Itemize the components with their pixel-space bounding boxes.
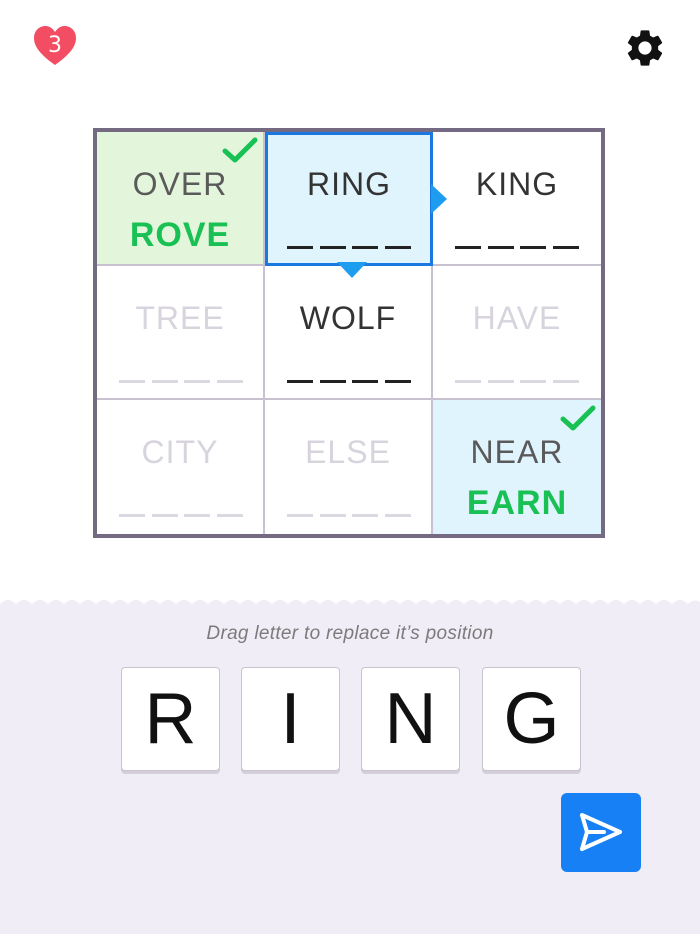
- cell-word: CITY: [141, 434, 219, 470]
- letter-blanks: [287, 380, 411, 384]
- cell-answer: EARN: [466, 484, 568, 522]
- letter-tile[interactable]: I: [241, 667, 340, 771]
- gear-icon: [627, 30, 663, 66]
- letter-blanks: [455, 380, 579, 384]
- submit-button[interactable]: [561, 793, 641, 872]
- letter-tile[interactable]: N: [361, 667, 460, 771]
- checkmark-icon: [222, 137, 258, 163]
- lives-count: 3: [48, 33, 62, 58]
- letter-tray: [0, 604, 700, 934]
- grid-cell-city[interactable]: CITY: [97, 400, 265, 534]
- letter-blanks: [119, 380, 243, 384]
- grid-cell-wolf[interactable]: WOLF: [265, 266, 433, 400]
- cell-answer: ROVE: [129, 216, 231, 254]
- grid-cell-else[interactable]: ELSE: [265, 400, 433, 534]
- letter-blanks: [455, 246, 579, 250]
- grid-cell-king[interactable]: KING: [433, 132, 601, 266]
- grid-cell-have[interactable]: HAVE: [433, 266, 601, 400]
- top-bar: 3: [0, 0, 700, 100]
- letter-tile[interactable]: R: [121, 667, 220, 771]
- grid-cell-ring[interactable]: RING: [265, 132, 433, 266]
- letter-tile[interactable]: G: [482, 667, 581, 771]
- word-grid: OVER ROVE RING KING TREE WOLF HAVE CITY …: [93, 128, 605, 538]
- lives-indicator: 3: [33, 25, 77, 67]
- cell-word: TREE: [135, 300, 225, 336]
- direction-arrow-right-icon: [431, 184, 447, 214]
- letter-blanks: [287, 514, 411, 518]
- cell-word: KING: [475, 166, 559, 202]
- grid-cell-near[interactable]: NEAR EARN: [433, 400, 601, 534]
- checkmark-icon: [560, 405, 596, 431]
- direction-arrow-down-icon: [337, 262, 367, 278]
- cell-word: ELSE: [305, 434, 391, 470]
- cell-word: HAVE: [472, 300, 562, 336]
- cell-word: RING: [307, 166, 391, 202]
- letter-blanks: [119, 514, 243, 518]
- cell-word: NEAR: [470, 434, 564, 470]
- drag-hint: Drag letter to replace it’s position: [206, 623, 494, 644]
- send-icon: [580, 813, 622, 851]
- cell-word: OVER: [132, 166, 228, 202]
- cell-word: WOLF: [299, 300, 397, 336]
- letter-blanks: [287, 246, 411, 250]
- settings-button[interactable]: [623, 26, 667, 70]
- grid-cell-over[interactable]: OVER ROVE: [97, 132, 265, 266]
- grid-cell-tree[interactable]: TREE: [97, 266, 265, 400]
